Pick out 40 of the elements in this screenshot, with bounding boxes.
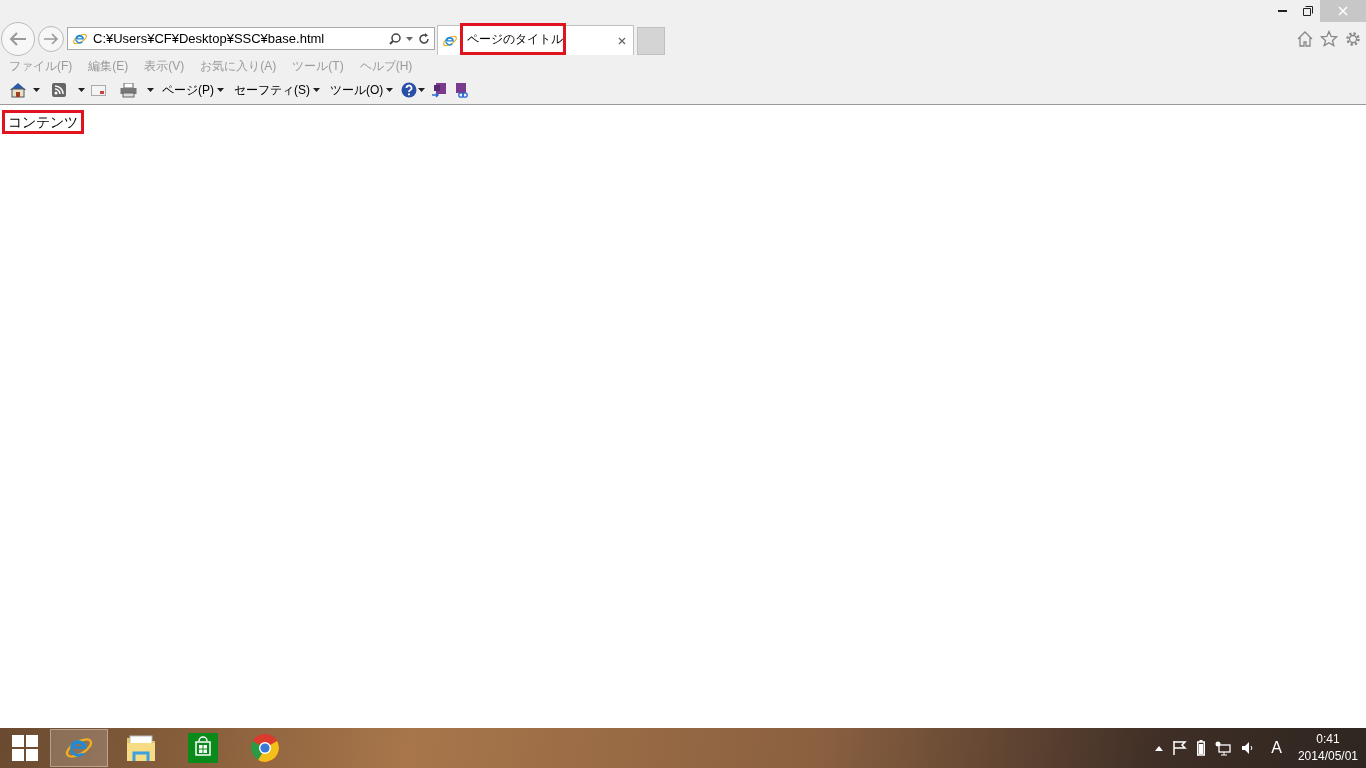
command-menu[interactable]: セーフティ(S) (232, 81, 322, 99)
clock-time: 0:41 (1316, 731, 1340, 748)
feed-icon[interactable] (52, 83, 66, 97)
mail-icon[interactable] (91, 84, 106, 96)
settings-icon[interactable] (1344, 29, 1362, 48)
notebook-icon[interactable] (431, 82, 448, 98)
caret-icon[interactable] (406, 36, 413, 41)
caret-icon (78, 88, 85, 92)
close-icon (1338, 6, 1348, 16)
battery-icon[interactable] (1197, 740, 1206, 756)
browser-tab[interactable]: ページのタイトル (437, 25, 634, 55)
home-icon[interactable] (1296, 29, 1314, 48)
caret-up-icon[interactable] (1155, 745, 1164, 751)
caret-icon (33, 88, 40, 92)
input-mode-indicator[interactable]: A (1271, 739, 1282, 757)
back-button[interactable] (1, 21, 35, 56)
clock-date: 2014/05/01 (1297, 748, 1358, 765)
help-icon[interactable] (401, 82, 426, 98)
search-icon[interactable] (389, 32, 401, 45)
caret-icon (386, 88, 394, 92)
notebook-link-icon[interactable] (453, 82, 470, 98)
command-menu[interactable]: ツール(O) (328, 81, 396, 99)
home-icon[interactable] (9, 82, 27, 98)
refresh-icon[interactable] (418, 32, 430, 45)
address-bar[interactable]: C:¥Users¥CF¥Desktop¥SSC¥base.html (67, 27, 435, 50)
flag-icon[interactable] (1173, 741, 1188, 755)
restore-icon (1302, 6, 1313, 16)
tab-title: ページのタイトル (460, 23, 566, 55)
caret-icon (313, 88, 320, 92)
command-menu[interactable]: ページ(P) (160, 81, 226, 99)
clock[interactable]: 0:41 2014/05/01 (1297, 731, 1358, 765)
content-text: コンテンツ (2, 110, 84, 134)
star-icon[interactable] (1320, 29, 1338, 48)
network-icon[interactable] (1215, 740, 1232, 756)
caret-icon (147, 88, 154, 92)
caret-icon (217, 88, 224, 92)
back-arrow-icon (8, 30, 28, 47)
forward-arrow-icon (43, 31, 59, 46)
minimize-icon (1278, 10, 1287, 12)
printer-icon[interactable] (120, 82, 137, 98)
